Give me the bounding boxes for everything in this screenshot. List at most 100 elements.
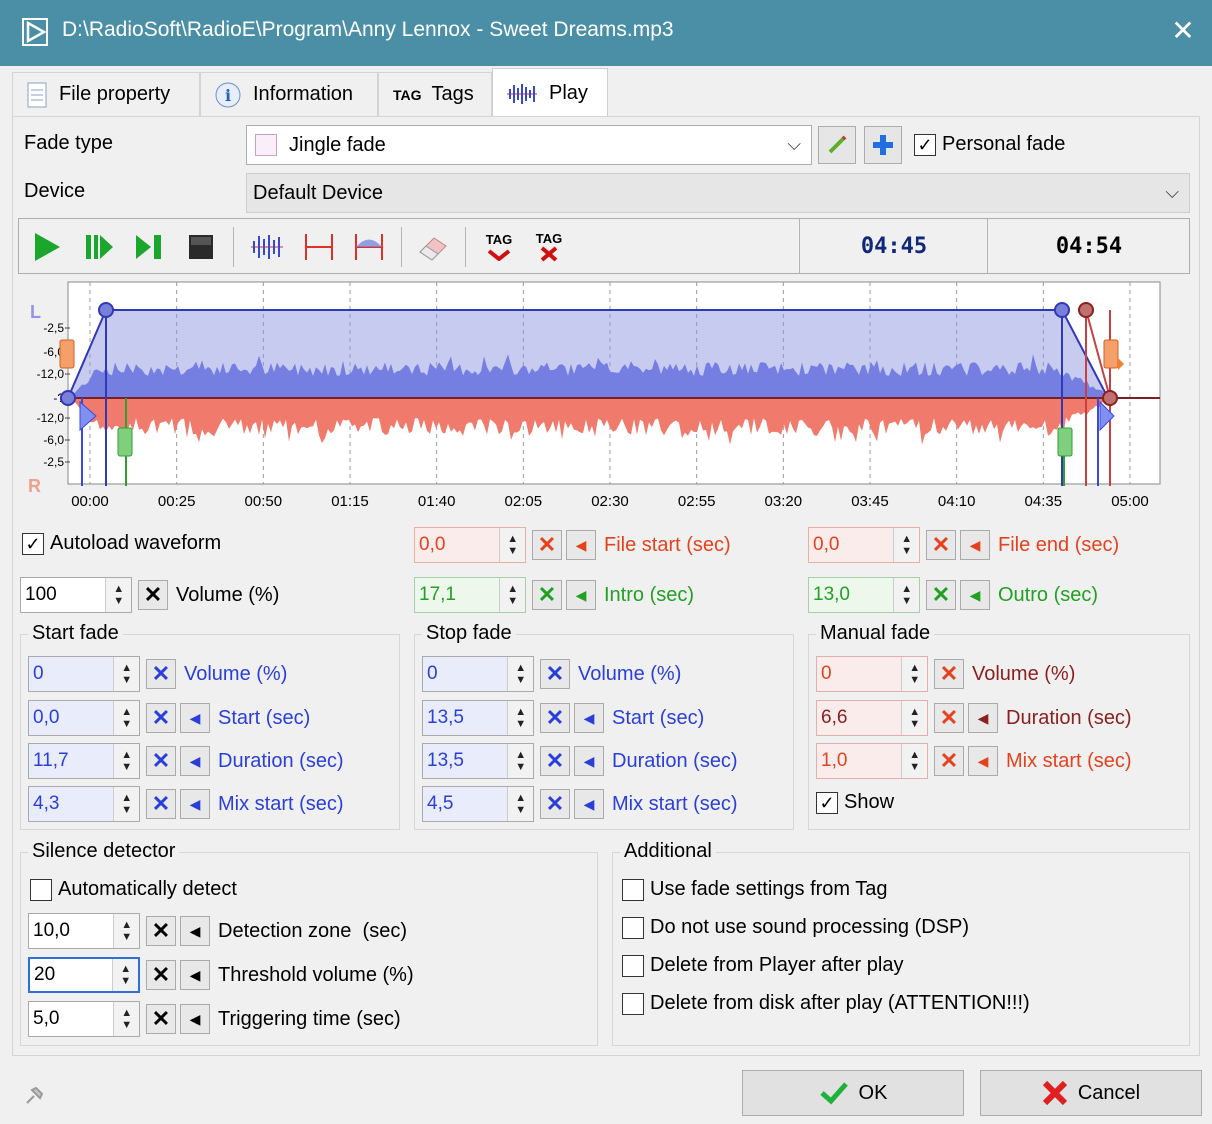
stop-fade-start-value[interactable]: 13,5: [423, 701, 507, 735]
delete-from-player-checkbox[interactable]: Delete from Player after play: [622, 954, 903, 977]
up-arrow-icon[interactable]: ▲: [901, 533, 912, 545]
down-arrow-icon[interactable]: ▼: [113, 595, 124, 607]
down-arrow-icon[interactable]: ▼: [909, 718, 920, 730]
spin-arrows[interactable]: ▲ ▼: [113, 744, 139, 778]
set-position-button[interactable]: ◀: [968, 746, 998, 776]
stop-fade-duration-value[interactable]: 13,5: [423, 744, 507, 778]
manual-fade-volume-spin[interactable]: 0 ▲ ▼: [816, 656, 928, 692]
detection-zone-value[interactable]: 10,0: [29, 914, 113, 948]
up-arrow-icon[interactable]: ▲: [120, 963, 131, 975]
tab-file-property[interactable]: File property: [12, 72, 200, 116]
checkbox-box[interactable]: [622, 916, 644, 939]
up-arrow-icon[interactable]: ▲: [121, 662, 132, 674]
tag-save-button[interactable]: TAG: [481, 229, 517, 265]
reset-button[interactable]: ✕: [540, 659, 570, 689]
stop-fade-volume-value[interactable]: 0: [423, 657, 507, 691]
reset-button[interactable]: ✕: [146, 1004, 176, 1034]
start-fade-duration-value[interactable]: 11,7: [29, 744, 113, 778]
triggering-value[interactable]: 5,0: [29, 1002, 113, 1036]
tab-play[interactable]: Play: [492, 68, 608, 118]
spin-arrows[interactable]: ▲ ▼: [113, 1002, 139, 1036]
down-arrow-icon[interactable]: ▼: [901, 595, 912, 607]
volume-handle-right[interactable]: [1103, 339, 1119, 369]
checkbox-box[interactable]: [622, 878, 644, 901]
set-position-button[interactable]: ◀: [180, 916, 210, 946]
edit-fade-button[interactable]: [818, 126, 856, 164]
down-arrow-icon[interactable]: ▼: [909, 674, 920, 686]
spin-arrows[interactable]: ▲ ▼: [901, 744, 927, 778]
up-arrow-icon[interactable]: ▲: [121, 1007, 132, 1019]
ok-button[interactable]: OK: [742, 1070, 964, 1116]
reset-button[interactable]: ✕: [146, 746, 176, 776]
threshold-spin[interactable]: 20 ▲ ▼: [28, 957, 140, 993]
auto-detect-checkbox[interactable]: Automatically detect: [30, 878, 237, 901]
reset-button[interactable]: ✕: [934, 746, 964, 776]
set-position-button[interactable]: ◀: [180, 703, 210, 733]
reset-button[interactable]: ✕: [934, 703, 964, 733]
up-arrow-icon[interactable]: ▲: [121, 749, 132, 761]
reset-button[interactable]: ✕: [146, 659, 176, 689]
start-fade-mix-spin[interactable]: 4,3 ▲ ▼: [28, 786, 140, 822]
intro-handle[interactable]: [117, 427, 133, 457]
reset-intro-button[interactable]: ✕: [532, 580, 562, 610]
checkbox-box[interactable]: [622, 954, 644, 977]
file-end-spin[interactable]: 0,0 ▲ ▼: [808, 527, 920, 563]
cancel-button[interactable]: Cancel: [980, 1070, 1202, 1116]
down-arrow-icon[interactable]: ▼: [515, 804, 526, 816]
autoload-checkbox[interactable]: ✓ Autoload waveform: [22, 532, 221, 555]
file-start-spin[interactable]: 0,0 ▲ ▼: [414, 527, 526, 563]
set-position-button[interactable]: ◀: [180, 1004, 210, 1034]
down-arrow-icon[interactable]: ▼: [909, 761, 920, 773]
fade-handle[interactable]: [98, 302, 114, 318]
tab-information[interactable]: i Information: [200, 72, 378, 116]
set-outro-button[interactable]: ◀: [960, 580, 990, 610]
down-arrow-icon[interactable]: ▼: [515, 674, 526, 686]
down-arrow-icon[interactable]: ▼: [120, 975, 131, 987]
spin-arrows[interactable]: ▲ ▼: [113, 914, 139, 948]
threshold-value[interactable]: 20: [30, 959, 112, 991]
down-arrow-icon[interactable]: ▼: [515, 718, 526, 730]
file-start-value[interactable]: 0,0: [415, 528, 499, 562]
up-arrow-icon[interactable]: ▲: [121, 919, 132, 931]
fade-type-select[interactable]: Jingle fade ⌵: [246, 125, 812, 165]
reset-button[interactable]: ✕: [146, 960, 176, 990]
spin-arrows[interactable]: ▲ ▼: [507, 657, 533, 691]
waveform-display[interactable]: L R -2,5-6,0-12,0-?-12,0-6,0-2,5 00:00 00…: [18, 278, 1168, 518]
reset-button[interactable]: ✕: [146, 703, 176, 733]
set-position-button[interactable]: ◀: [180, 746, 210, 776]
add-fade-button[interactable]: [864, 126, 902, 164]
set-position-button[interactable]: ◀: [180, 960, 210, 990]
set-position-button[interactable]: ◀: [574, 746, 604, 776]
play-button[interactable]: [29, 229, 65, 265]
spin-arrows[interactable]: ▲ ▼: [499, 528, 525, 562]
volume-value[interactable]: 100: [21, 578, 105, 612]
fade-handle[interactable]: [60, 390, 76, 406]
tag-delete-button[interactable]: TAG: [531, 229, 567, 265]
stop-fade-mix-value[interactable]: 4,5: [423, 787, 507, 821]
spin-arrows[interactable]: ▲ ▼: [507, 744, 533, 778]
stop-fade-start-spin[interactable]: 13,5 ▲ ▼: [422, 700, 534, 736]
spin-arrows[interactable]: ▲ ▼: [901, 657, 927, 691]
up-arrow-icon[interactable]: ▲: [121, 706, 132, 718]
checkbox-box[interactable]: ✓: [22, 532, 44, 555]
spin-arrows[interactable]: ▲ ▼: [105, 578, 131, 612]
spin-arrows[interactable]: ▲ ▼: [893, 528, 919, 562]
fade-curve-button[interactable]: [351, 229, 387, 265]
spin-arrows[interactable]: ▲ ▼: [113, 657, 139, 691]
stop-button[interactable]: [183, 229, 219, 265]
reset-button[interactable]: ✕: [934, 659, 964, 689]
manual-fade-volume-value[interactable]: 0: [817, 657, 901, 691]
spin-arrows[interactable]: ▲ ▼: [901, 701, 927, 735]
device-select[interactable]: Default Device ⌵: [246, 173, 1190, 213]
outro-spin[interactable]: 13,0 ▲ ▼: [808, 577, 920, 613]
up-arrow-icon[interactable]: ▲: [113, 583, 124, 595]
file-end-value[interactable]: 0,0: [809, 528, 893, 562]
spin-arrows[interactable]: ▲ ▼: [112, 959, 138, 991]
fade-handle[interactable]: [1054, 302, 1070, 318]
set-file-start-button[interactable]: ◀: [566, 530, 596, 560]
up-arrow-icon[interactable]: ▲: [515, 662, 526, 674]
close-icon[interactable]: ✕: [1166, 14, 1200, 48]
clear-button[interactable]: [415, 229, 451, 265]
outro-handle[interactable]: [1057, 427, 1073, 457]
reset-volume-button[interactable]: ✕: [138, 580, 168, 610]
